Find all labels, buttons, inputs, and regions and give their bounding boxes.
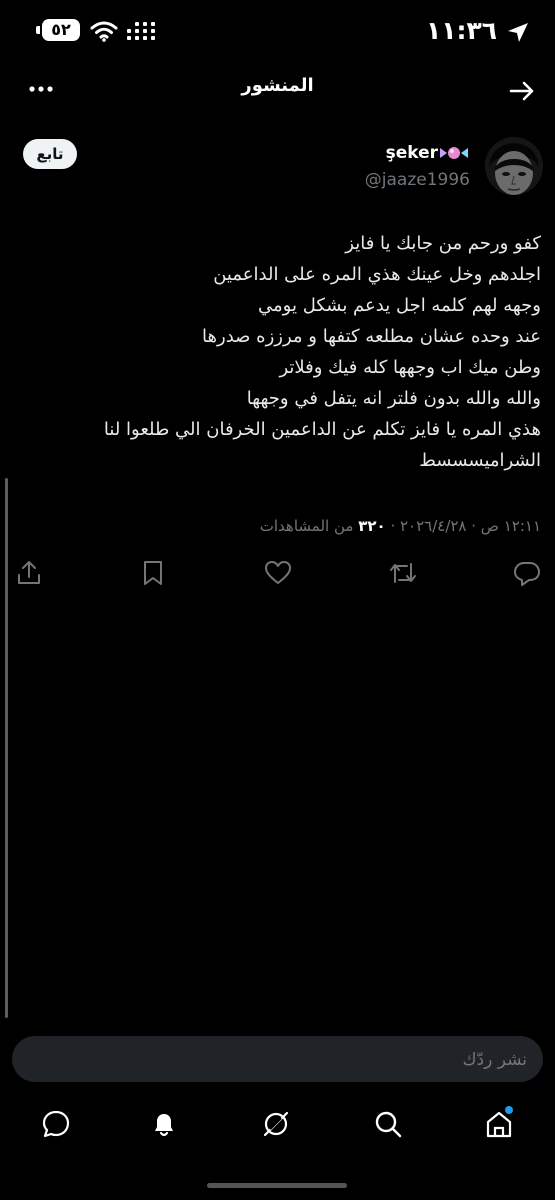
grok-icon[interactable] [260,1108,292,1140]
author-name[interactable]: şeker [386,143,468,163]
battery-icon: ٥٢ [42,19,80,41]
tweet-line: والله والله بدون فلتر انه يتفل في وجهها [246,388,541,409]
tweet-line: الشراميسسسط [419,450,541,471]
post-screen: ٥٢ ١١:٣٦ المنشور تابع şeker @jaaze1996 ك… [0,0,555,1200]
tweet-line: هذي المره يا فايز تكلم عن الداعمين الخرف… [103,419,541,440]
search-icon[interactable] [372,1108,404,1140]
tweet-line: وجهه لهم كلمه اجل يدعم بشكل يومي [258,295,541,316]
reply-bar[interactable] [12,1036,543,1084]
bottom-nav [0,1100,555,1150]
battery-tip [36,26,40,34]
candy-icon [440,147,468,159]
author-handle[interactable]: @jaaze1996 [365,170,470,190]
bookmark-icon[interactable] [138,558,168,588]
tweet-datetime[interactable]: ١٢:١١ ص · ٢٠٢٦/٤/٢٨ · [386,517,541,535]
status-time: ١١:٣٦ [425,16,497,45]
views-label: من المشاهدات [259,517,359,535]
tweet-line: اجلدهم وخل عينك هذي المره على الداعمين [213,264,541,285]
home-nav-item[interactable] [483,1106,515,1140]
notification-dot [505,1106,513,1114]
share-icon[interactable] [14,558,44,588]
scrollbar[interactable] [5,478,8,1018]
action-bar [0,556,555,592]
avatar-image [485,137,543,195]
reply-icon[interactable] [512,558,542,588]
arrow-right-icon[interactable] [507,76,537,106]
location-icon [508,23,528,42]
wifi-icon [90,21,118,42]
home-indicator[interactable] [207,1183,347,1188]
follow-button[interactable]: تابع [23,139,77,169]
views-count: ٣٢٠ [358,517,386,535]
tweet-line: كفو ورحم من جابك يا فايز [345,233,541,254]
battery-level: ٥٢ [51,20,71,39]
avatar[interactable] [485,137,543,195]
like-icon[interactable] [263,558,293,588]
notifications-icon[interactable] [148,1108,180,1140]
reply-input[interactable] [45,1036,529,1084]
retweet-icon[interactable] [388,558,418,588]
tweet-meta: ١٢:١١ ص · ٢٠٢٦/٤/٢٨ · ٣٢٠ من المشاهدات [260,517,541,535]
status-bar: ٥٢ ١١:٣٦ [0,14,555,54]
messages-icon[interactable] [40,1108,72,1140]
tweet-line: وطن ميك اب وجهها كله فيك وفلاتر [279,357,541,378]
header: المنشور [0,70,555,110]
tweet-text: كفو ورحم من جابك يا فايز اجلدهم وخل عينك… [41,228,541,476]
author-name-text: şeker [385,143,438,163]
signal-icon [127,22,155,40]
page-title: المنشور [241,75,314,96]
tweet-line: عند وحده عشان مطلعه كتفها و مرززه صدرها [202,326,541,347]
